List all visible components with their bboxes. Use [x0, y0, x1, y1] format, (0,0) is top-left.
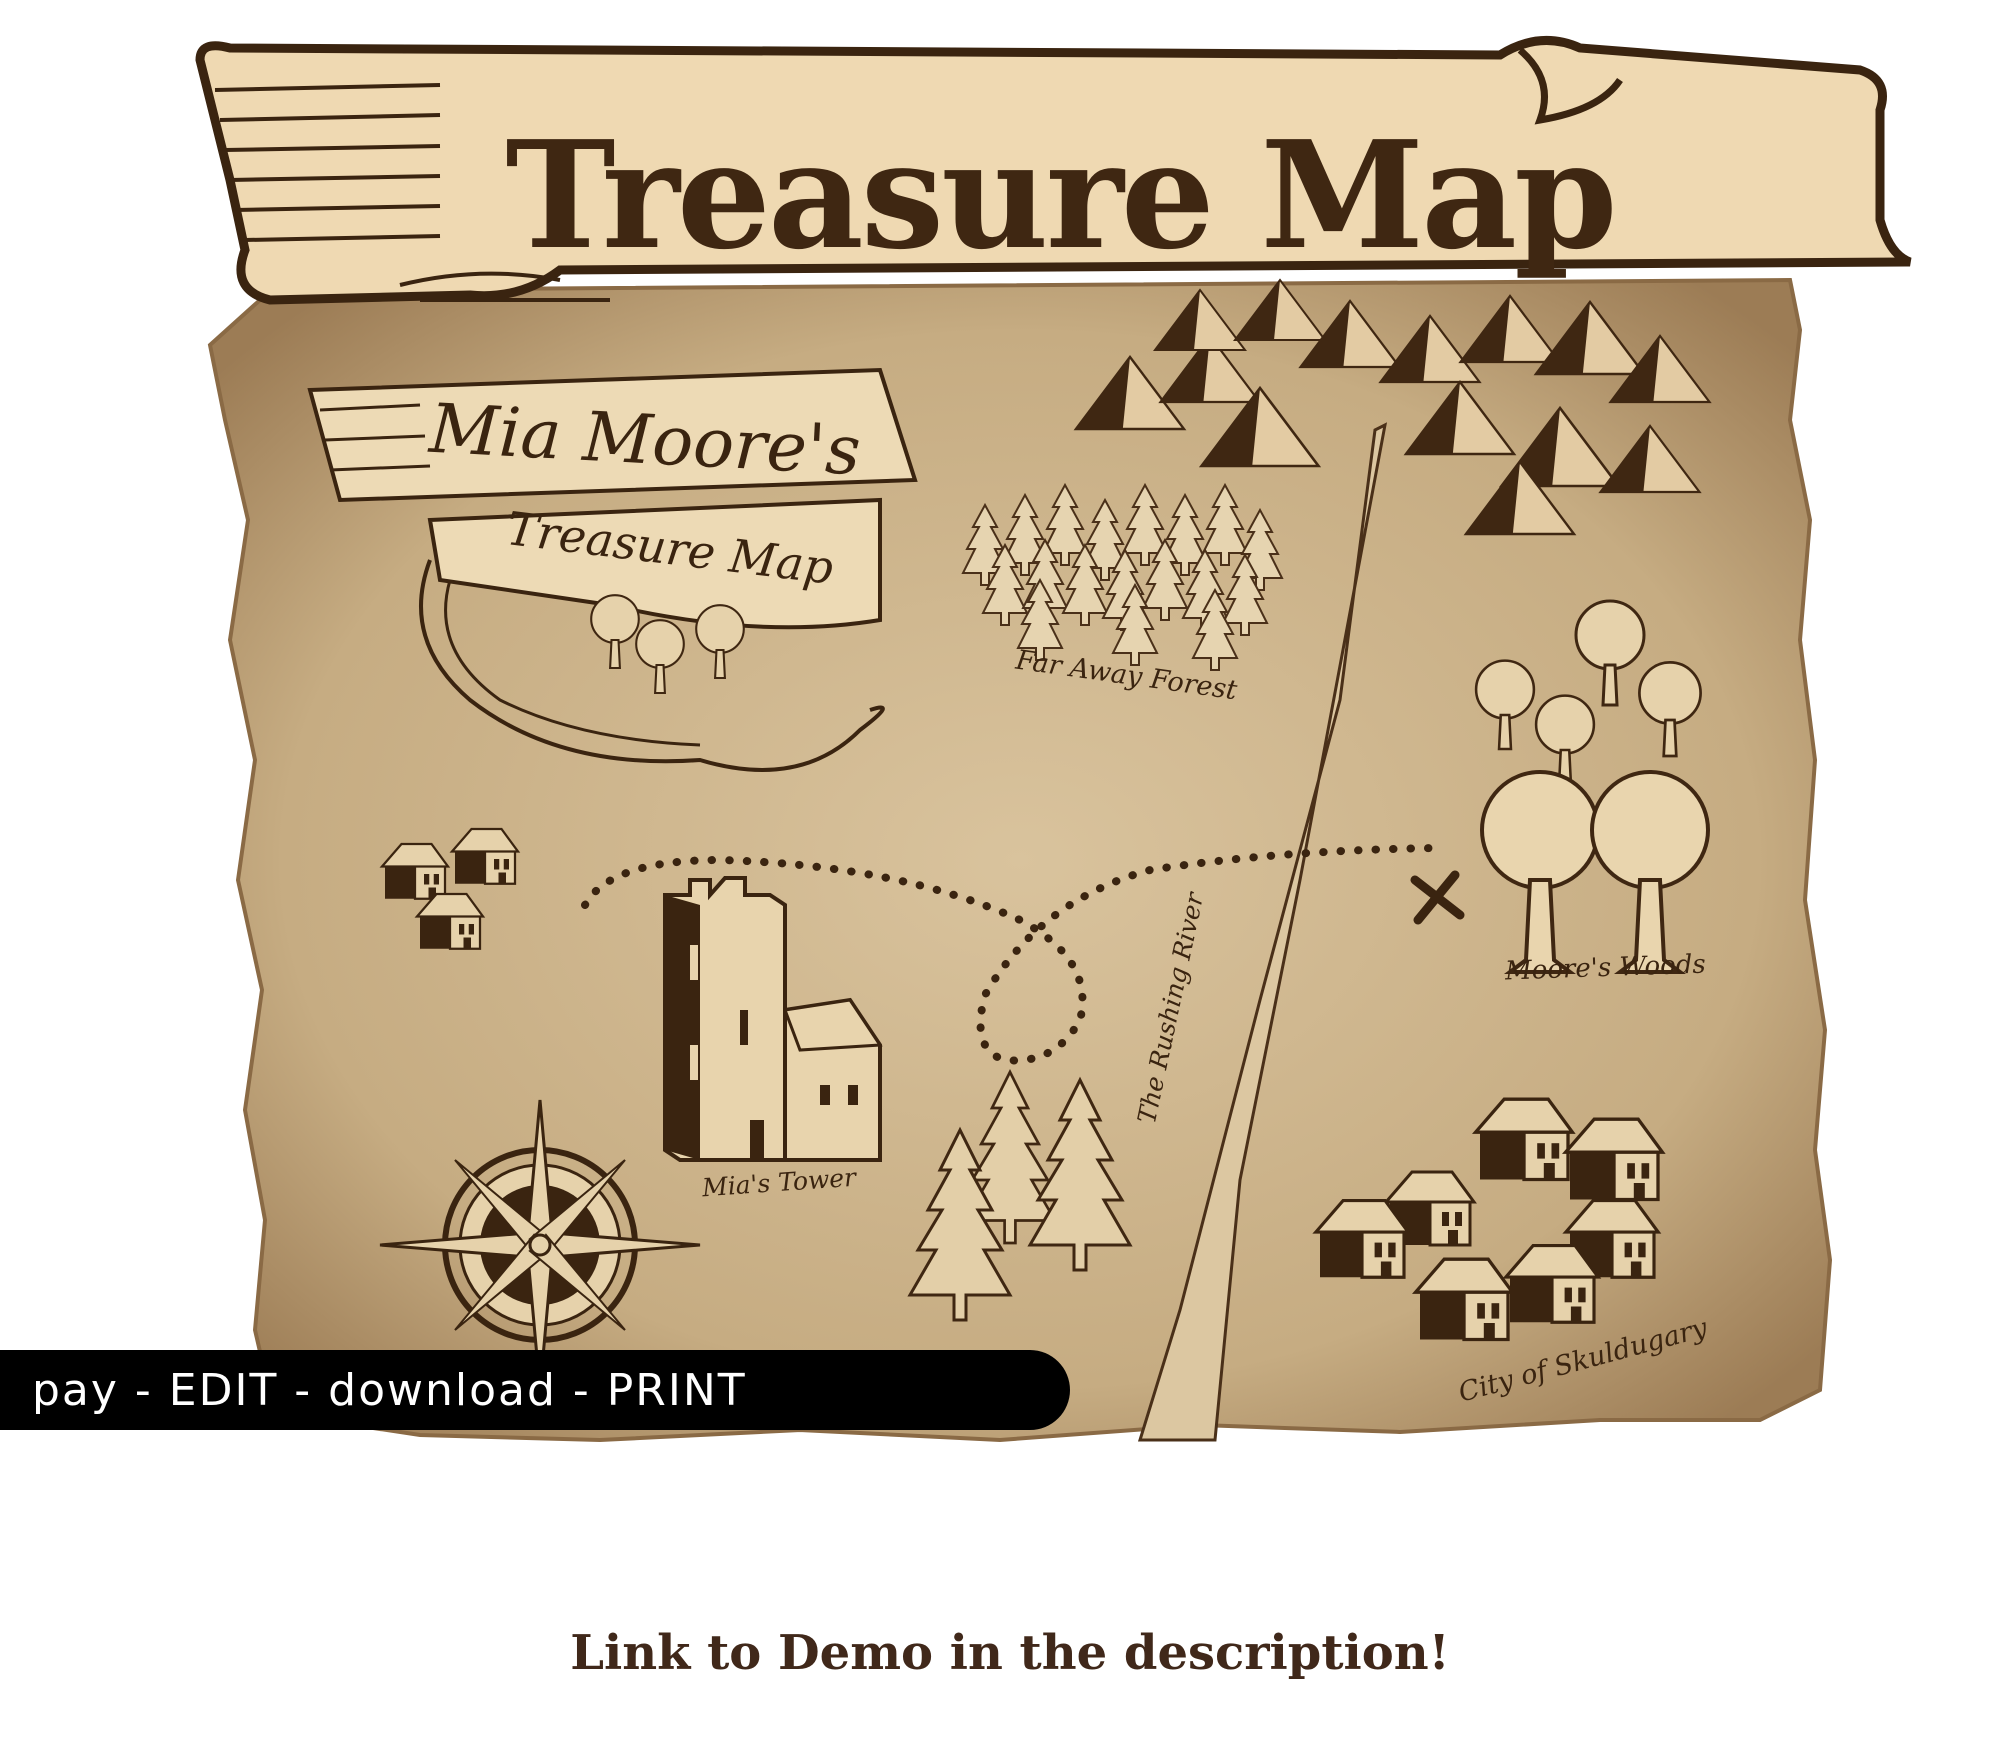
demo-link[interactable]: Link to Demo in the description!	[300, 1618, 1720, 1688]
action-bar-text: pay - EDIT - download - PRINT	[32, 1364, 747, 1416]
page-title: Treasure Map	[505, 108, 1617, 282]
action-bar: pay - EDIT - download - PRINT	[0, 1350, 1070, 1430]
treasure-map-page: Treasure Map Mia Moore's Treasure Map Fa…	[0, 0, 2000, 1740]
